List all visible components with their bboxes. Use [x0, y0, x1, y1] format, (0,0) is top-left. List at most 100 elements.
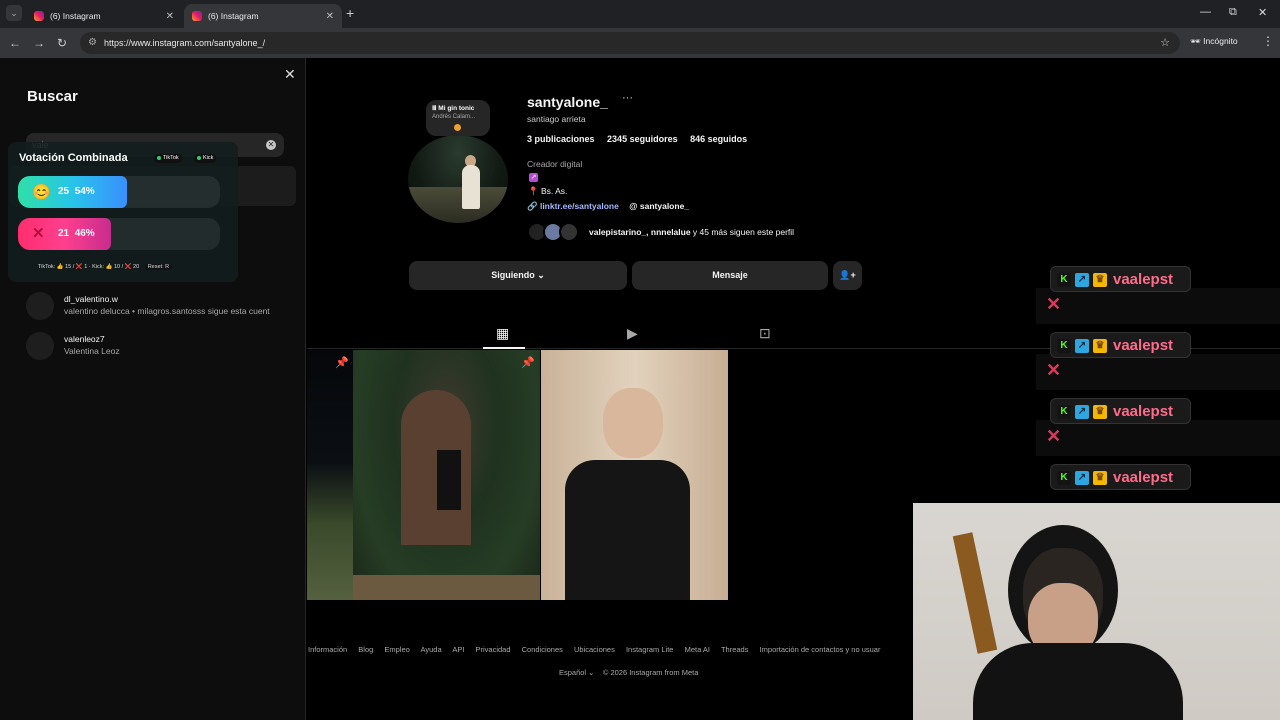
forward-icon[interactable]: → [33, 36, 45, 50]
profile-avatar[interactable] [408, 135, 508, 223]
window-close-icon[interactable]: ✕ [1258, 6, 1267, 19]
following-button[interactable]: Siguiendo ⌄ [409, 261, 627, 290]
footer-link[interactable]: Ubicaciones [574, 645, 615, 654]
threads-link[interactable]: @ santyalone_ [629, 201, 689, 211]
footer-link[interactable]: API [452, 645, 464, 654]
no-count: 21 [58, 228, 70, 239]
result-subtitle: Valentina Leoz [64, 346, 120, 356]
footer-link[interactable]: Importación de contactos y no usuar [760, 645, 881, 654]
search-title: Buscar [27, 88, 78, 105]
pinned-icon: 📌 [521, 357, 535, 369]
external-link[interactable]: 🔗 linktr.ee/santyalone [527, 201, 619, 211]
tagged-icon[interactable]: ⊡ [759, 325, 771, 342]
browser-menu-icon[interactable]: ⋮ [1262, 34, 1274, 48]
copyright: © 2026 Instagram from Meta [602, 668, 699, 677]
result-subtitle: valentino delucca • milagros.santosss si… [64, 306, 270, 316]
vote-overlay: Votación Combinada TikTok Kick 😊 25 54% … [8, 142, 238, 282]
tab-title: (6) Instagram [208, 11, 259, 21]
footer-link[interactable]: Meta AI [685, 645, 710, 654]
site-info-icon[interactable]: ⚙ [88, 32, 97, 54]
reset-key: R [165, 264, 170, 270]
note-emoji-icon [454, 124, 461, 131]
instagram-favicon-icon [192, 11, 202, 21]
more-options-icon[interactable]: ··· [622, 92, 633, 104]
reset-hint: Reset: R [144, 264, 173, 270]
footer-link[interactable]: Condiciones [522, 645, 563, 654]
followers-count[interactable]: 2345 seguidores [607, 134, 678, 144]
no-percent: 46% [74, 228, 95, 239]
post-thumbnail[interactable] [541, 350, 728, 600]
post-thumbnail[interactable]: 📌 [307, 350, 353, 600]
browser-tab-active[interactable]: (6) Instagram ✕ [184, 4, 342, 28]
post-thumbnail[interactable]: 📌 [353, 350, 540, 600]
kick-icon: K [1057, 405, 1071, 419]
suggested-users-icon[interactable]: 👤+ [833, 261, 862, 290]
footer-link[interactable]: Blog [358, 645, 373, 654]
footer-link[interactable]: Información [308, 645, 347, 654]
language-select[interactable]: Español ⌄ [559, 668, 594, 677]
profile-note-bubble[interactable]: Ⅲ Mi gin tonic Andrés Calam... [426, 100, 490, 136]
posts-grid-icon[interactable]: ▦ [496, 325, 509, 342]
reels-icon[interactable]: ▶ [627, 325, 638, 342]
alert-band [1036, 420, 1280, 456]
profile-full-name: santiago arrieta [527, 114, 586, 124]
back-icon[interactable]: ← [9, 36, 21, 50]
kick-icon: K [1057, 339, 1071, 353]
close-search-icon[interactable]: ✕ [284, 66, 296, 83]
footer-bottom: Español ⌄ © 2026 Instagram from Meta [559, 668, 698, 677]
tab-close-icon[interactable]: ✕ [326, 11, 334, 22]
footer-link[interactable]: Privacidad [476, 645, 511, 654]
incognito-badge[interactable]: 🕶 Incógnito [1190, 36, 1238, 47]
posts-count[interactable]: 3 publicaciones [527, 134, 595, 144]
clear-search-icon[interactable]: ✕ [266, 140, 276, 150]
instagram-favicon-icon [34, 11, 44, 21]
browser-tab-bar: ⌄ (6) Instagram ✕ (6) Instagram ✕ + — ⧉ … [0, 0, 1280, 28]
cross-icon: ✕ [32, 225, 45, 242]
reload-icon[interactable]: ↻ [57, 36, 67, 50]
profile-category: Creador digital [527, 159, 583, 169]
alert-username: vaalepst [1113, 469, 1174, 486]
reset-label: Reset [147, 264, 163, 270]
maximize-icon[interactable]: ⧉ [1229, 6, 1237, 19]
alert-username: vaalepst [1113, 337, 1174, 354]
footer-link[interactable]: Instagram Lite [626, 645, 674, 654]
url-field[interactable]: ⚙ https://www.instagram.com/santyalone_/… [80, 32, 1180, 54]
profile-stats: 3 publicaciones 2345 seguidores 846 segu… [527, 134, 747, 144]
external-link-text: linktr.ee/santyalone [539, 201, 619, 211]
note-artist: Andrés Calam... [432, 114, 476, 120]
tiktok-tag: TikTok [154, 154, 182, 163]
boost-icon: ↗ [1075, 339, 1089, 353]
active-tab-indicator [483, 347, 525, 349]
alert-badge: K ↗ ♛ vaalepst [1050, 398, 1191, 424]
cross-icon: ✕ [1046, 294, 1062, 314]
shirt-shape [973, 643, 1183, 720]
threads-handle: santyalone_ [639, 201, 690, 211]
tab-close-icon[interactable]: ✕ [166, 11, 174, 22]
following-count[interactable]: 846 seguidos [690, 134, 747, 144]
tab-search-icon[interactable]: ⌄ [6, 5, 22, 21]
footer-link[interactable]: Threads [721, 645, 749, 654]
shirt-shape [565, 460, 690, 600]
profile-location: 📍 Bs. As. [528, 186, 567, 197]
vote-title: Votación Combinada [19, 152, 128, 164]
browser-tab[interactable]: (6) Instagram ✕ [26, 4, 182, 28]
crown-icon: ♛ [1093, 471, 1107, 485]
minimize-icon[interactable]: — [1200, 6, 1211, 18]
avatar [26, 292, 54, 320]
yes-percent: 54% [74, 186, 95, 197]
note-title: Ⅲ Mi gin tonic [432, 105, 475, 112]
result-username: valenleoz7 [64, 334, 105, 344]
arrow-emoji-icon: ↗ [529, 173, 538, 182]
footer-link[interactable]: Empleo [384, 645, 409, 654]
new-tab-icon[interactable]: + [346, 5, 354, 21]
footer-link[interactable]: Ayuda [421, 645, 442, 654]
vote-breakdown: TikTok: 👍 15 / ❌ 1 · Kick: 👍 10 / ❌ 20 R… [38, 264, 173, 270]
avatar-person [462, 165, 480, 209]
result-username: dl_valentino.w [64, 294, 118, 304]
alert-badge: K ↗ ♛ vaalepst [1050, 464, 1191, 490]
message-button[interactable]: Mensaje [632, 261, 828, 290]
avatar-ground [408, 187, 508, 223]
ground-shape [353, 575, 540, 600]
no-vote-label: 21 46% [58, 228, 95, 239]
bookmark-star-icon[interactable]: ☆ [1160, 32, 1170, 54]
